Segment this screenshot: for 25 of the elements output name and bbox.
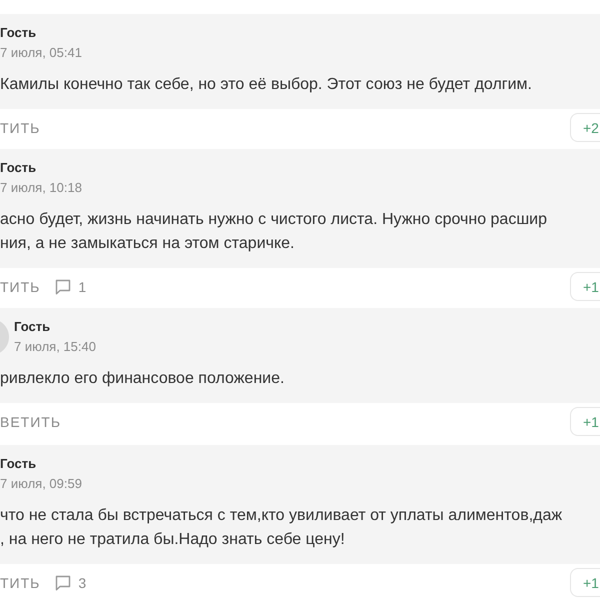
comment-text: ривлекло его финансовое положение. — [0, 369, 284, 389]
rating-button[interactable]: +1 — [570, 272, 600, 301]
comment-date: 7 июля, 15:40 — [14, 338, 96, 355]
comment-date: 7 июля, 09:59 — [0, 475, 82, 492]
reply-button[interactable]: ТИТЬ — [0, 574, 40, 592]
comment-text: что не стала бы встречаться с тем,кто увиливает от уплаты алиментов,даж , на него не тратила бы.Надо знать себе цену! — [0, 506, 562, 550]
replies-button[interactable]: 3 — [55, 574, 86, 592]
replies-button[interactable]: 1 — [55, 278, 86, 296]
reply-button[interactable]: ТИТЬ — [0, 278, 40, 296]
rating-button[interactable]: +1 — [570, 568, 600, 597]
speech-bubble-icon — [55, 574, 72, 590]
author-name: Гость — [0, 24, 36, 41]
speech-bubble-icon — [55, 278, 72, 294]
author-name: Гость — [14, 318, 50, 335]
rating-button[interactable]: +2 — [570, 113, 600, 142]
rating-button[interactable]: +1 — [570, 407, 600, 436]
comment-text: Камилы конечно так себе, но это её выбор. Этот союз не будет долгим. — [0, 75, 532, 95]
author-name: Гость — [0, 159, 36, 176]
avatar-icon — [0, 318, 9, 354]
comment-date: 7 июля, 05:41 — [0, 44, 82, 61]
comment-date: 7 июля, 10:18 — [0, 179, 82, 196]
comment-text: асно будет, жизнь начинать нужно с чистого листа. Нужно срочно расшир ния, а не замыкаться на этом старичке. — [0, 210, 547, 254]
author-name: Гость — [0, 455, 36, 472]
reply-button[interactable]: ТИТЬ — [0, 118, 40, 136]
reply-button[interactable]: ВЕТИТЬ — [0, 412, 62, 430]
